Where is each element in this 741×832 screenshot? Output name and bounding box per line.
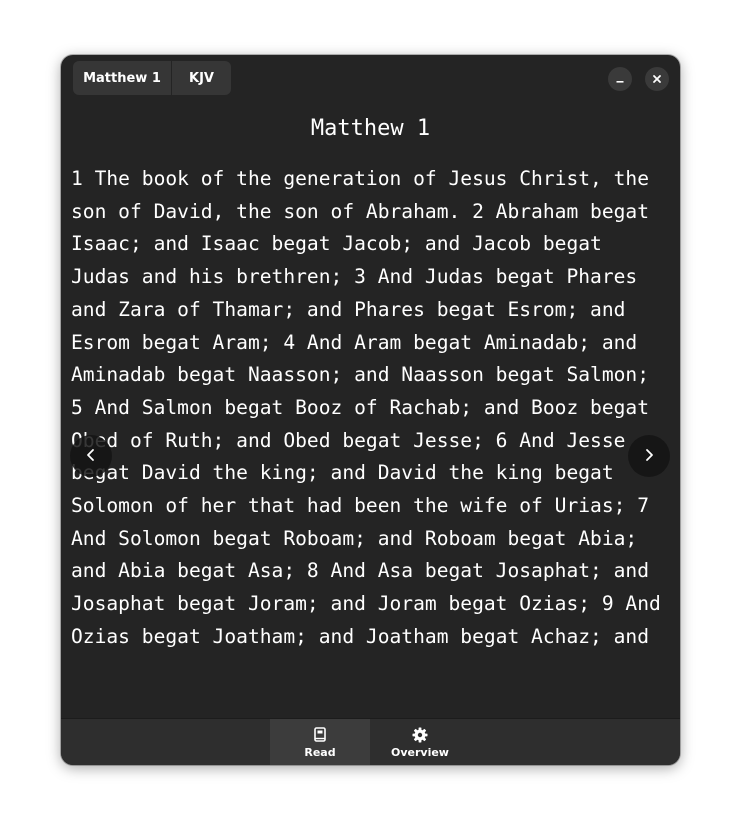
minimize-icon <box>615 74 625 84</box>
book-icon <box>313 726 327 744</box>
translation-button[interactable]: KJV <box>172 61 231 95</box>
previous-chapter-button[interactable] <box>70 435 112 477</box>
reference-selector: Matthew 1 KJV <box>73 61 231 95</box>
app-window: Matthew 1 KJV Matthew 1 1 The book of th… <box>61 55 680 765</box>
view-switcher-read-label: Read <box>304 746 336 759</box>
chevron-right-icon <box>643 447 655 466</box>
view-switcher-overview[interactable]: Overview <box>370 719 470 765</box>
chapter-title: Matthew 1 <box>310 116 431 141</box>
book-chapter-button[interactable]: Matthew 1 <box>73 61 172 95</box>
view-switcher-read[interactable]: Read <box>270 719 370 765</box>
chevron-left-icon <box>85 447 97 466</box>
close-button[interactable] <box>645 67 669 91</box>
chapter-text: 1 The book of the generation of Jesus Ch… <box>71 167 661 648</box>
view-switcher-overview-label: Overview <box>391 746 449 759</box>
close-icon <box>652 74 662 84</box>
minimize-button[interactable] <box>608 67 632 91</box>
view-switcher: Read Overview <box>61 718 680 765</box>
next-chapter-button[interactable] <box>628 435 670 477</box>
header-bar: Matthew 1 KJV <box>61 55 680 101</box>
reader-view: Matthew 1 1 The book of the generation o… <box>61 101 680 718</box>
gear-icon <box>412 726 428 744</box>
